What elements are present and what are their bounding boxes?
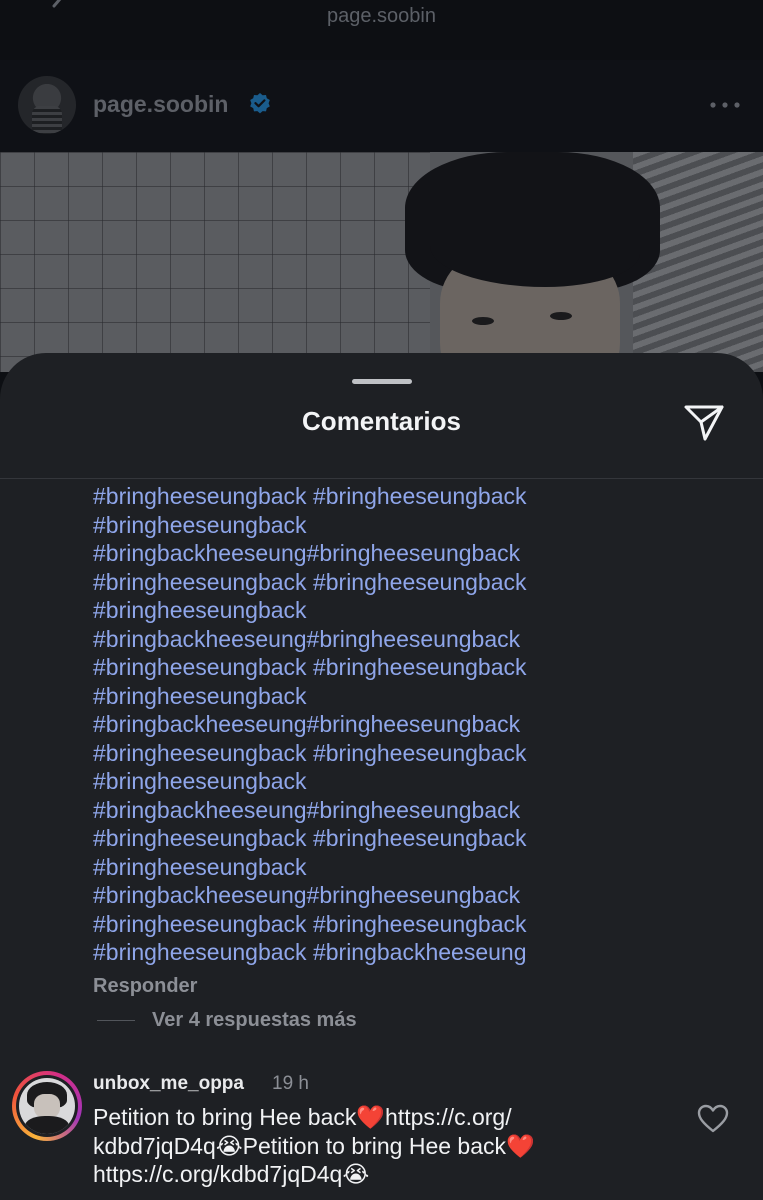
commenter-avatar (19, 1078, 75, 1134)
comment-body: Petition to bring Hee back❤️https://c.or… (93, 1103, 653, 1189)
sheet-divider (0, 478, 763, 479)
hashtag-line[interactable]: #bringheeseungback #bringheeseungback (93, 824, 653, 853)
comment-line: Petition to bring Hee back❤️https://c.or… (93, 1103, 653, 1132)
hashtag-line[interactable]: #bringheeseungback #bringheeseungback (93, 653, 653, 682)
comment-link[interactable]: kdbd7jqD4q (93, 1133, 216, 1159)
red-heart-emoji: ❤️ (356, 1104, 386, 1130)
comment-link[interactable]: https://c.org/kdbd7jqD4q (93, 1161, 342, 1187)
hashtag-line[interactable]: #bringheeseungback (93, 682, 653, 711)
avatar-figure (32, 106, 62, 134)
hashtag-line[interactable]: #bringheeseungback #bringheeseungback (93, 568, 653, 597)
comment-hashtags: #bringheeseungback #bringheeseungback #b… (93, 482, 653, 967)
hashtag-line[interactable]: #bringbackheeseung#bringheeseungback (93, 881, 653, 910)
commenter-story-ring[interactable] (12, 1071, 82, 1141)
heart-outline-icon[interactable] (697, 1104, 729, 1134)
hashtag-line[interactable]: #bringbackheeseung#bringheeseungback (93, 625, 653, 654)
red-heart-emoji: ❤️ (506, 1132, 535, 1159)
person-eye (550, 312, 572, 320)
tiled-wall (0, 152, 430, 372)
top-navigation-bar: page.soobin (0, 0, 763, 60)
replies-divider (97, 1020, 135, 1021)
hashtag-line[interactable]: #bringheeseungback (93, 853, 653, 882)
story-ring-gap (16, 1075, 78, 1137)
hashtag-line[interactable]: #bringheeseungback (93, 767, 653, 796)
hashtag-line[interactable]: #bringbackheeseung#bringheeseungback (93, 710, 653, 739)
avatar-body (25, 1116, 69, 1134)
verified-badge-icon (250, 93, 270, 114)
screen: page.soobin page.soobin Comentarios #bri… (0, 0, 763, 1200)
hashtag-line[interactable]: #bringheeseungback (93, 596, 653, 625)
post-image (0, 152, 763, 372)
sheet-drag-handle[interactable] (352, 379, 412, 384)
comment-line: kdbd7jqD4q😭Petition to bring Hee back❤️ (93, 1132, 653, 1161)
comment-text: Petition to bring Hee back (93, 1104, 357, 1130)
comments-title: Comentarios (302, 406, 461, 436)
post-author-avatar[interactable] (18, 76, 76, 134)
comment-text: Petition to bring Hee back (242, 1132, 507, 1159)
hashtag-line[interactable]: #bringbackheeseung#bringheeseungback (93, 796, 653, 825)
comment-link[interactable]: https://c.org/ (385, 1104, 512, 1130)
hashtag-line[interactable]: #bringheeseungback #bringheeseungback (93, 739, 653, 768)
comment-timestamp: 19 h (272, 1073, 309, 1094)
hashtag-line[interactable]: #bringheeseungback #bringheeseungback (93, 482, 653, 511)
hashtag-line[interactable]: #bringheeseungback #bringheeseungback (93, 910, 653, 939)
avatar-face (34, 1094, 60, 1118)
page-title: page.soobin (327, 5, 436, 27)
hashtag-line[interactable]: #bringbackheeseung#bringheeseungback (93, 539, 653, 568)
more-options-icon[interactable] (708, 100, 742, 110)
reply-button[interactable]: Responder (93, 975, 197, 998)
comments-sheet: Comentarios #bringheeseungback #bringhee… (0, 353, 763, 1200)
view-more-replies-button[interactable]: Ver 4 respuestas más (152, 1009, 357, 1032)
crying-face-emoji: 😭 (215, 1132, 243, 1159)
hashtag-line[interactable]: #bringheeseungback #bringbackheeseung (93, 938, 653, 967)
comment-line: https://c.org/kdbd7jqD4q😭 (93, 1160, 653, 1189)
post-author-username[interactable]: page.soobin (93, 91, 228, 118)
commenter-username[interactable]: unbox_me_oppa (93, 1073, 244, 1095)
send-paper-plane-icon[interactable] (682, 402, 726, 442)
post-header: page.soobin (0, 60, 763, 152)
hashtag-line[interactable]: #bringheeseungback (93, 511, 653, 540)
person-eye (472, 317, 494, 325)
crying-face-emoji: 😭 (342, 1161, 370, 1187)
